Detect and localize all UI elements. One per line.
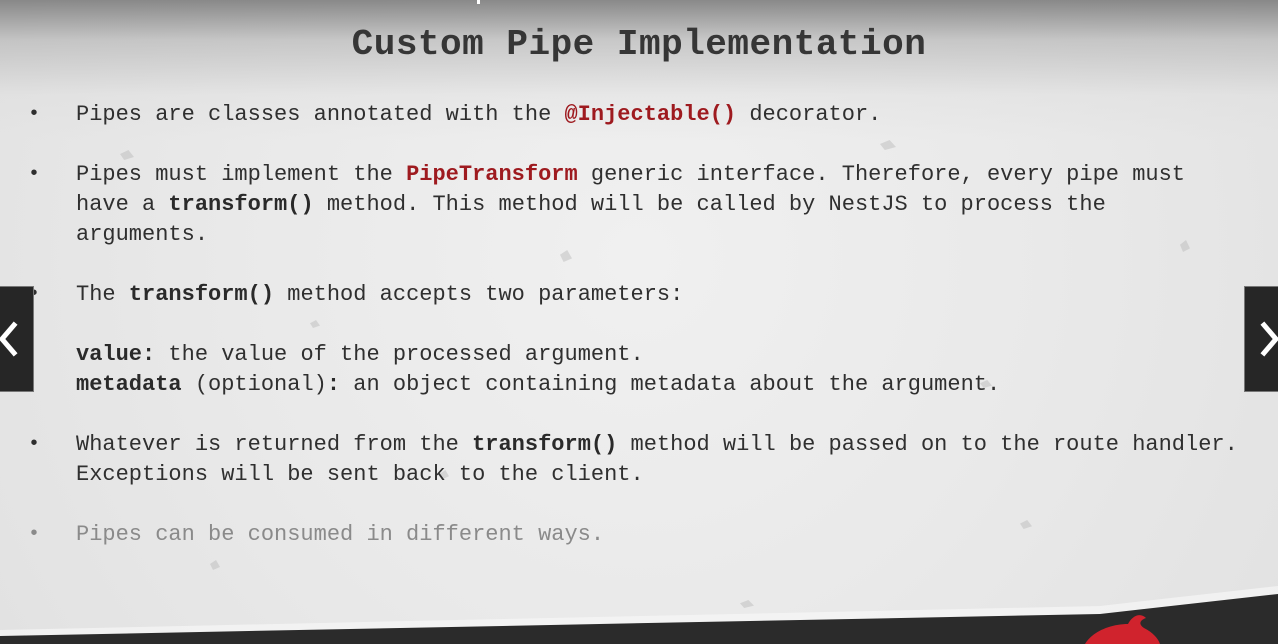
parameter-list: value: the value of the processed argume… xyxy=(0,340,1278,400)
bullet-text: Whatever is returned from the xyxy=(76,432,473,457)
prev-slide-button[interactable] xyxy=(0,286,34,392)
footer-band xyxy=(0,586,1278,644)
chevron-right-icon xyxy=(1260,321,1278,357)
bullet-item: Pipes are classes annotated with the @In… xyxy=(0,100,1278,130)
bullet-text: Pipes are classes annotated with the xyxy=(76,102,565,127)
bullet-item: Pipes must implement the PipeTransform g… xyxy=(0,160,1278,250)
code-keyword: @Injectable() xyxy=(564,102,737,127)
bullet-text: Pipes can be consumed in different ways. xyxy=(76,522,605,547)
top-indicator xyxy=(477,0,480,4)
code-keyword: value: xyxy=(76,342,156,367)
next-slide-button[interactable] xyxy=(1244,286,1278,392)
slide-title: Custom Pipe Implementation xyxy=(351,24,927,65)
bullet-item: The transform() method accepts two param… xyxy=(0,280,1278,310)
bullet-list: Pipes are classes annotated with the @In… xyxy=(0,100,1278,580)
bullet-item: Whatever is returned from the transform(… xyxy=(0,430,1278,490)
code-keyword: transform() xyxy=(472,432,618,457)
bullet-item: Pipes can be consumed in different ways. xyxy=(0,520,1278,550)
chevron-left-icon xyxy=(0,321,18,357)
bullet-text: Pipes must implement the xyxy=(76,162,407,187)
bullet-text: The xyxy=(76,282,129,307)
bullet-text: an object containing metadata about the … xyxy=(340,372,1001,397)
code-keyword: : xyxy=(326,372,341,397)
code-keyword: transform() xyxy=(168,192,314,217)
code-keyword: metadata xyxy=(76,372,182,397)
code-keyword: PipeTransform xyxy=(406,162,578,187)
bullet-text: method accepts two parameters: xyxy=(274,282,684,307)
code-keyword: transform() xyxy=(128,282,275,307)
bullet-text: (optional) xyxy=(181,372,327,397)
bullet-text: decorator. xyxy=(736,102,882,127)
slide: Custom Pipe Implementation Pipes are cla… xyxy=(0,0,1278,644)
bullet-text: the value of the processed argument. xyxy=(155,342,644,367)
